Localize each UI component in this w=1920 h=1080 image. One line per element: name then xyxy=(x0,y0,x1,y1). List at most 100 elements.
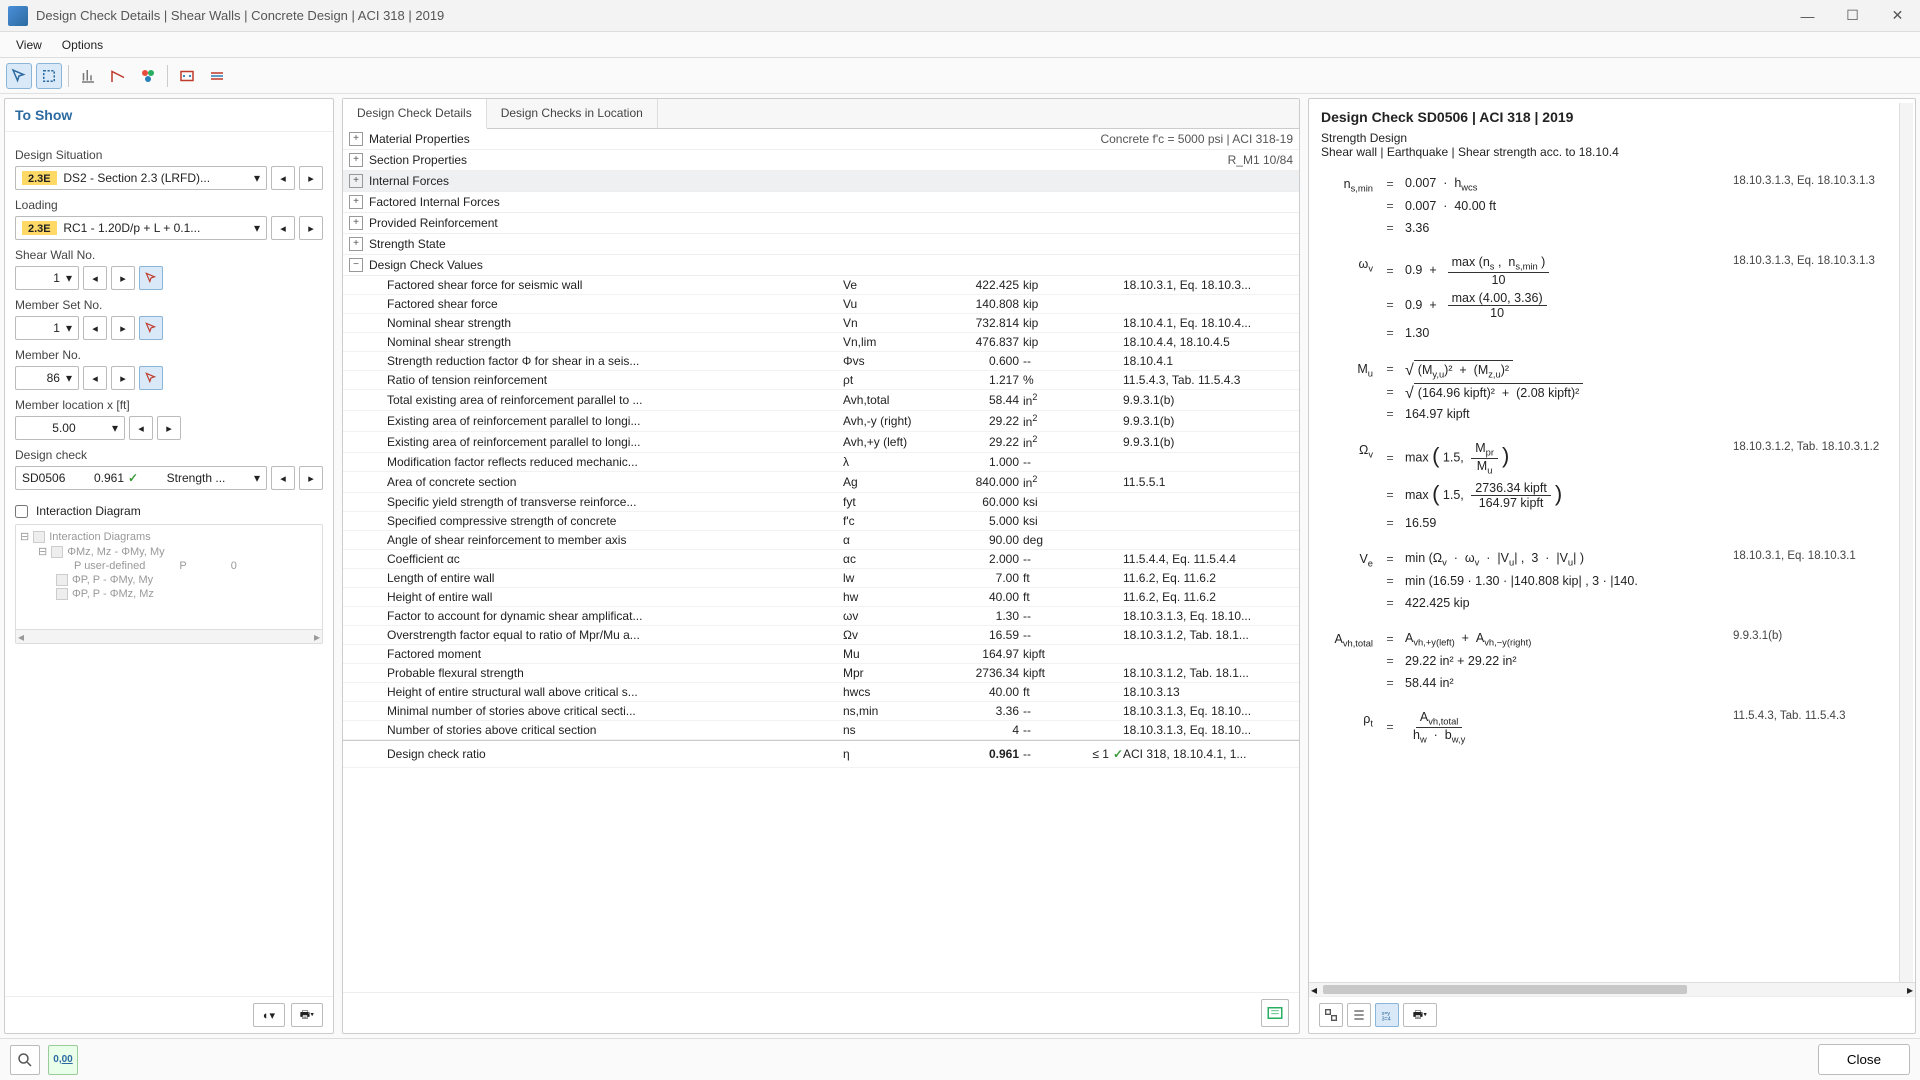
expand-icon: + xyxy=(349,174,363,188)
section-factored-forces[interactable]: +Factored Internal Forces xyxy=(343,192,1299,213)
pick-member-no[interactable] xyxy=(139,366,163,390)
pick-shear-wall[interactable] xyxy=(139,266,163,290)
ratio-row[interactable]: Design check ratioη0.961--≤ 1 ✓ACI 318, … xyxy=(343,740,1299,768)
tool-graph[interactable] xyxy=(75,63,101,89)
help-button[interactable] xyxy=(10,1045,40,1075)
data-row[interactable]: Total existing area of reinforcement par… xyxy=(343,390,1299,411)
next-member-location[interactable]: ▸ xyxy=(157,416,181,440)
member-set-combo[interactable]: 1▾ xyxy=(15,316,79,340)
row-label: Coefficient αc xyxy=(387,552,843,566)
data-row[interactable]: Modification factor reflects reduced mec… xyxy=(343,453,1299,472)
sidebar-print[interactable]: 🖶▾ xyxy=(291,1003,323,1027)
data-row[interactable]: Angle of shear reinforcement to member a… xyxy=(343,531,1299,550)
row-value: 29.22 xyxy=(943,414,1023,428)
minimize-button[interactable]: — xyxy=(1785,1,1830,31)
data-row[interactable]: Specific yield strength of transverse re… xyxy=(343,493,1299,512)
data-row[interactable]: Number of stories above critical section… xyxy=(343,721,1299,740)
row-symbol: hwcs xyxy=(843,685,943,699)
vertical-scrollbar[interactable] xyxy=(1899,103,1913,993)
prev-shear-wall[interactable]: ◂ xyxy=(83,266,107,290)
sidebar-panel: To Show Design Situation 2.3E DS2 - Sect… xyxy=(4,98,334,1034)
data-row[interactable]: Strength reduction factor Φ for shear in… xyxy=(343,352,1299,371)
design-check-combo[interactable]: SD0506 0.961✓ Strength ... ▾ xyxy=(15,466,267,490)
data-row[interactable]: Height of entire wallhw40.00ft11.6.2, Eq… xyxy=(343,588,1299,607)
prev-member-no[interactable]: ◂ xyxy=(83,366,107,390)
next-design-situation[interactable]: ▸ xyxy=(299,166,323,190)
row-reference: 18.10.4.1, Eq. 18.10.4... xyxy=(1123,316,1293,330)
tool-detail1[interactable] xyxy=(174,63,200,89)
menu-view[interactable]: View xyxy=(6,34,52,56)
tool-detail2[interactable] xyxy=(204,63,230,89)
eq-nsmin: ns,min =0.007 · hwcs =0.007 · 40.00 ft =… xyxy=(1327,175,1903,241)
prev-loading[interactable]: ◂ xyxy=(271,216,295,240)
export-button[interactable] xyxy=(1261,999,1289,1027)
prev-member-location[interactable]: ◂ xyxy=(129,416,153,440)
data-row[interactable]: Probable flexural strengthMpr2736.34kipf… xyxy=(343,664,1299,683)
row-symbol: f'c xyxy=(843,514,943,528)
member-no-combo[interactable]: 86▾ xyxy=(15,366,79,390)
data-row[interactable]: Factored shear force for seismic wallVe4… xyxy=(343,276,1299,295)
data-row[interactable]: Specified compressive strength of concre… xyxy=(343,512,1299,531)
member-set-label: Member Set No. xyxy=(15,298,323,312)
scroll-left-icon[interactable]: ◂ xyxy=(18,630,24,644)
next-shear-wall[interactable]: ▸ xyxy=(111,266,135,290)
section-design-values[interactable]: −Design Check Values xyxy=(343,255,1299,276)
row-symbol: ns xyxy=(843,723,943,737)
prev-design-situation[interactable]: ◂ xyxy=(271,166,295,190)
next-design-check[interactable]: ▸ xyxy=(299,466,323,490)
data-row[interactable]: Factored momentMu164.97kipft xyxy=(343,645,1299,664)
data-row[interactable]: Ratio of tension reinforcementρt1.217%11… xyxy=(343,371,1299,390)
tool-colors[interactable] xyxy=(135,63,161,89)
close-window-button[interactable]: ✕ xyxy=(1875,1,1920,31)
section-provided-reinf[interactable]: +Provided Reinforcement xyxy=(343,213,1299,234)
data-row[interactable]: Factored shear forceVu140.808kip xyxy=(343,295,1299,314)
next-member-set[interactable]: ▸ xyxy=(111,316,135,340)
next-member-no[interactable]: ▸ xyxy=(111,366,135,390)
loading-combo[interactable]: 2.3E RC1 - 1.20D/p + L + 0.1...▾ xyxy=(15,216,267,240)
row-label: Factored shear force xyxy=(387,297,843,311)
section-internal-forces[interactable]: +Internal Forces xyxy=(343,171,1299,192)
data-row[interactable]: Existing area of reinforcement parallel … xyxy=(343,432,1299,453)
tool-pick-member[interactable] xyxy=(6,63,32,89)
prev-member-set[interactable]: ◂ xyxy=(83,316,107,340)
calc-tool-3[interactable]: x=y3=4 xyxy=(1375,1003,1399,1027)
data-row[interactable]: Nominal shear strengthVn,lim476.837kip18… xyxy=(343,333,1299,352)
data-row[interactable]: Factor to account for dynamic shear ampl… xyxy=(343,607,1299,626)
data-row[interactable]: Height of entire structural wall above c… xyxy=(343,683,1299,702)
scroll-right-icon[interactable]: ▸ xyxy=(314,630,320,644)
interaction-diagram-input[interactable] xyxy=(15,505,28,518)
horizontal-scrollbar[interactable]: ◂▸ xyxy=(1309,982,1915,996)
data-row[interactable]: Nominal shear strengthVn732.814kip18.10.… xyxy=(343,314,1299,333)
tab-location[interactable]: Design Checks in Location xyxy=(487,99,658,128)
interaction-diagram-checkbox[interactable]: Interaction Diagram xyxy=(15,504,323,518)
section-section-props[interactable]: +Section PropertiesR_M1 10/84 xyxy=(343,150,1299,171)
menu-options[interactable]: Options xyxy=(52,34,113,56)
row-value: 2736.34 xyxy=(943,666,1023,680)
data-row[interactable]: Minimal number of stories above critical… xyxy=(343,702,1299,721)
calc-tool-2[interactable] xyxy=(1347,1003,1371,1027)
data-row[interactable]: Area of concrete sectionAg840.000in211.5… xyxy=(343,472,1299,493)
tab-details[interactable]: Design Check Details xyxy=(343,99,487,129)
data-row[interactable]: Length of entire walllw7.00ft11.6.2, Eq.… xyxy=(343,569,1299,588)
tool-pick-section[interactable] xyxy=(36,63,62,89)
shear-wall-combo[interactable]: 1▾ xyxy=(15,266,79,290)
member-location-combo[interactable]: 5.00▾ xyxy=(15,416,125,440)
data-row[interactable]: Overstrength factor equal to ratio of Mp… xyxy=(343,626,1299,645)
calc-tool-1[interactable] xyxy=(1319,1003,1343,1027)
row-unit: in2 xyxy=(1023,392,1073,408)
row-value: 5.000 xyxy=(943,514,1023,528)
prev-design-check[interactable]: ◂ xyxy=(271,466,295,490)
maximize-button[interactable]: ☐ xyxy=(1830,1,1875,31)
calc-print[interactable]: 🖶▾ xyxy=(1403,1003,1437,1027)
sidebar-tool-1[interactable]: ◐▾ xyxy=(253,1003,285,1027)
pick-member-set[interactable] xyxy=(139,316,163,340)
next-loading[interactable]: ▸ xyxy=(299,216,323,240)
data-row[interactable]: Coefficient αcαc2.000--11.5.4.4, Eq. 11.… xyxy=(343,550,1299,569)
close-button[interactable]: Close xyxy=(1818,1044,1910,1075)
design-situation-combo[interactable]: 2.3E DS2 - Section 2.3 (LRFD)...▾ xyxy=(15,166,267,190)
section-strength-state[interactable]: +Strength State xyxy=(343,234,1299,255)
precision-button[interactable]: 0,00 xyxy=(48,1045,78,1075)
data-row[interactable]: Existing area of reinforcement parallel … xyxy=(343,411,1299,432)
section-material[interactable]: +Material PropertiesConcrete f'c = 5000 … xyxy=(343,129,1299,150)
tool-diagram[interactable] xyxy=(105,63,131,89)
